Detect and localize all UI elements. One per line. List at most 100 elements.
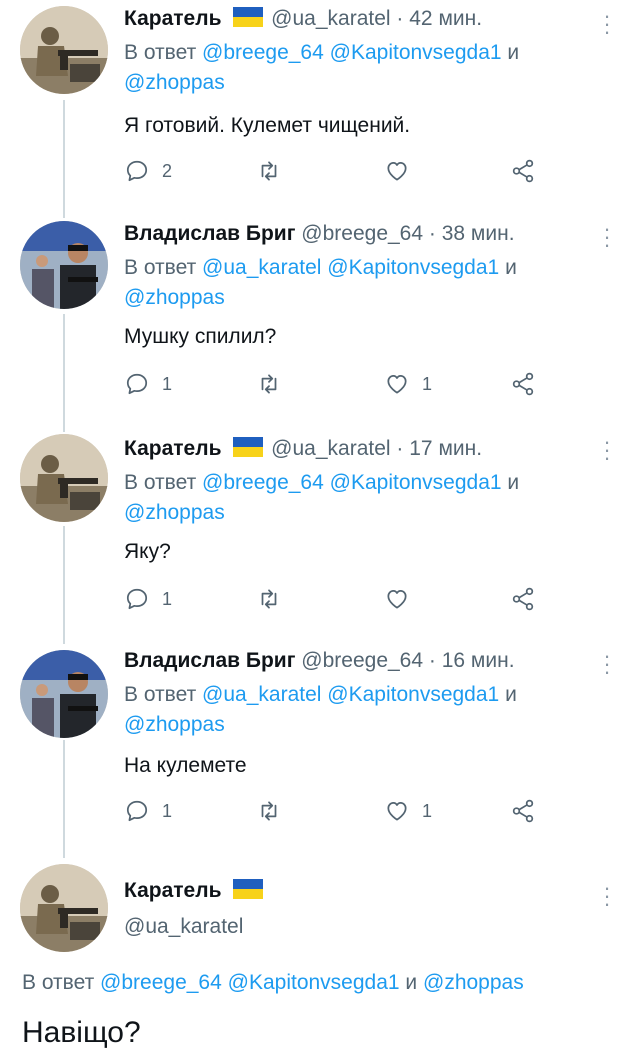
mention-link[interactable]: @ua_karatel [202, 683, 321, 706]
reply-and: и [505, 256, 517, 279]
timestamp[interactable]: 38 мин. [442, 222, 515, 245]
mention-link[interactable]: @zhoppas [124, 286, 225, 309]
retweet-button[interactable] [256, 156, 282, 186]
avatar[interactable] [20, 6, 108, 94]
heart-icon [384, 158, 410, 184]
tweet[interactable]: Владислав Бриг @breege_64 · 38 мин. · · · … [0, 213, 640, 423]
retweet-icon [256, 798, 282, 824]
reply-prefix: В ответ [124, 41, 197, 64]
timestamp[interactable]: 42 мин. [409, 7, 482, 30]
reply-button[interactable]: 2 [124, 156, 172, 186]
timestamp[interactable]: 16 мин. [442, 649, 515, 672]
tweet-header: Каратель @ua_karatel · 42 мин. [124, 6, 482, 32]
reply-and: и [405, 971, 418, 994]
tweet[interactable]: Владислав Бриг @breege_64 · 16 мин. · · · … [0, 640, 640, 850]
heart-icon [384, 586, 410, 612]
reply-context: В ответ @breege_64 @Kapitonvsegda1 и @zh… [22, 968, 622, 998]
display-name[interactable]: Каратель [124, 437, 221, 460]
avatar[interactable] [20, 864, 108, 952]
username[interactable]: @ua_karatel [124, 915, 243, 938]
share-button[interactable] [510, 156, 536, 186]
tweet-text: Мушку спилил? [124, 325, 277, 348]
mention-link[interactable]: @breege_64 [202, 471, 324, 494]
share-button[interactable] [510, 584, 536, 614]
heart-icon [384, 371, 410, 397]
avatar[interactable] [20, 221, 108, 309]
separator: · [428, 649, 436, 672]
mention-link[interactable]: @Kapitonvsegda1 [327, 256, 499, 279]
more-icon[interactable]: · · · [600, 431, 614, 469]
reply-icon [124, 798, 150, 824]
display-name[interactable]: Каратель [124, 879, 221, 902]
tweet-actions: 1 1 [124, 369, 564, 399]
mention-link[interactable]: @Kapitonvsegda1 [330, 471, 502, 494]
share-icon [510, 371, 536, 397]
share-button[interactable] [510, 796, 536, 826]
username[interactable]: @ua_karatel [271, 7, 390, 30]
mention-link[interactable]: @breege_64 [100, 971, 222, 994]
like-button[interactable] [384, 156, 422, 186]
mention-link[interactable]: @zhoppas [124, 71, 225, 94]
reply-count: 1 [162, 588, 173, 609]
retweet-icon [256, 586, 282, 612]
reply-prefix: В ответ [22, 971, 95, 994]
mention-link[interactable]: @Kapitonvsegda1 [327, 683, 499, 706]
reply-button[interactable]: 1 [124, 584, 172, 614]
tweet-actions: 2 [124, 156, 564, 186]
retweet-button[interactable] [256, 796, 282, 826]
separator: · [396, 437, 404, 460]
tweet-header: Владислав Бриг @breege_64 · 16 мин. [124, 648, 515, 674]
like-button[interactable]: 1 [384, 369, 432, 399]
display-name[interactable]: Владислав Бриг [124, 649, 295, 672]
mention-link[interactable]: @zhoppas [124, 501, 225, 524]
tweet[interactable]: Каратель @ua_karatel · 42 мин. · · · В отв… [0, 0, 640, 210]
more-icon[interactable]: · · · [600, 218, 614, 256]
reply-context: В ответ @breege_64 @Kapitonvsegda1 и @zh… [124, 38, 604, 98]
share-button[interactable] [510, 369, 536, 399]
mention-link[interactable]: @ua_karatel [202, 256, 321, 279]
share-icon [510, 586, 536, 612]
main-tweet[interactable]: Каратель @ua_karatel · · · В ответ @breege… [0, 862, 640, 1063]
tweet-text: На кулемете [124, 754, 247, 777]
retweet-button[interactable] [256, 369, 282, 399]
mention-link[interactable]: @breege_64 [202, 41, 324, 64]
username[interactable]: @ua_karatel [271, 437, 390, 460]
retweet-button[interactable] [256, 584, 282, 614]
more-icon[interactable]: · · · [600, 877, 614, 915]
like-button[interactable] [384, 584, 422, 614]
username[interactable]: @breege_64 [301, 222, 423, 245]
reply-icon [124, 586, 150, 612]
mention-link[interactable]: @Kapitonvsegda1 [330, 41, 502, 64]
timestamp[interactable]: 17 мин. [409, 437, 482, 460]
username[interactable]: @breege_64 [301, 649, 423, 672]
reply-context: В ответ @ua_karatel @Kapitonvsegda1 и @z… [124, 253, 604, 313]
like-count: 1 [422, 373, 433, 394]
ukraine-flag-icon [233, 437, 264, 457]
tweet-actions: 1 [124, 584, 564, 614]
display-name[interactable]: Каратель [124, 7, 221, 30]
ukraine-flag-icon [233, 879, 264, 899]
tweet-actions: 1 1 [124, 796, 564, 826]
reply-and: и [507, 41, 520, 64]
share-icon [510, 798, 536, 824]
reply-button[interactable]: 1 [124, 369, 172, 399]
mention-link[interactable]: @Kapitonvsegda1 [228, 971, 400, 994]
reply-prefix: В ответ [124, 256, 197, 279]
mention-link[interactable]: @zhoppas [423, 971, 524, 994]
heart-icon [384, 798, 410, 824]
avatar[interactable] [20, 650, 108, 738]
reply-button[interactable]: 1 [124, 796, 172, 826]
username-row: @ua_karatel [124, 914, 243, 940]
reply-context: В ответ @ua_karatel @Kapitonvsegda1 и @z… [124, 680, 604, 740]
like-button[interactable]: 1 [384, 796, 432, 826]
tweet[interactable]: Каратель @ua_karatel · 17 мин. · · · В отв… [0, 426, 640, 636]
separator: · [396, 7, 404, 30]
mention-link[interactable]: @zhoppas [124, 713, 225, 736]
more-icon[interactable]: · · · [600, 645, 614, 683]
tweet-header: Каратель @ua_karatel · 17 мин. [124, 436, 482, 462]
reply-prefix: В ответ [124, 683, 197, 706]
more-icon[interactable]: · · · [600, 5, 614, 43]
ukraine-flag-icon [233, 7, 264, 27]
display-name[interactable]: Владислав Бриг [124, 222, 295, 245]
avatar[interactable] [20, 434, 108, 522]
